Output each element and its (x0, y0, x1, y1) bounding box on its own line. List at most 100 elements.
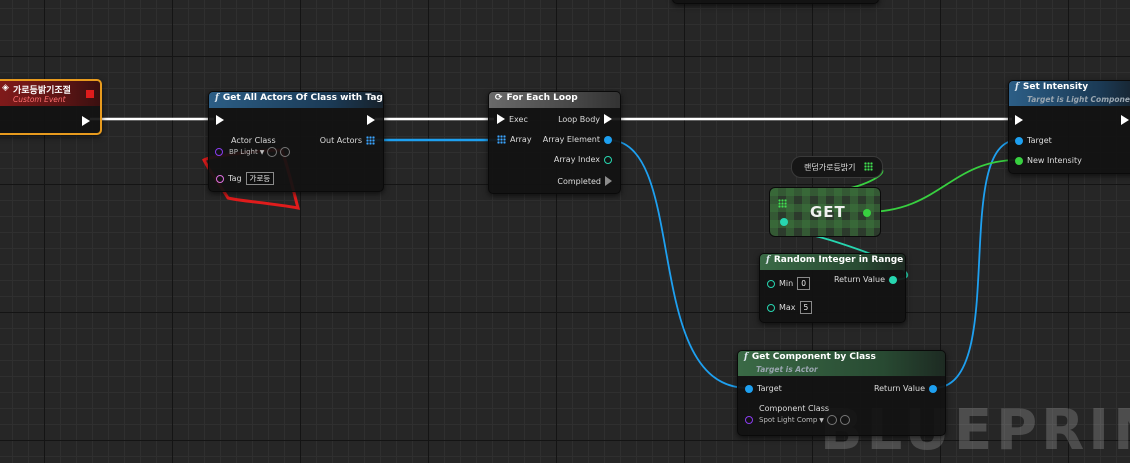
completed-exec-icon[interactable] (605, 176, 612, 186)
new-intensity-pin-icon[interactable] (1015, 156, 1023, 165)
array-label: Array (510, 135, 532, 144)
out-actors-pin[interactable]: Out Actors (316, 136, 375, 145)
component-class-value-row[interactable]: Spot Light Comp ▼ (745, 415, 850, 425)
return-pin-icon[interactable] (929, 384, 937, 393)
function-icon: f (215, 93, 219, 103)
min-pin[interactable]: Min 0 (767, 277, 810, 290)
get-all-actors-title: Get All Actors Of Class with Tag (222, 93, 383, 103)
set-intensity-exec-out-pin[interactable] (1121, 115, 1129, 125)
offscreen-node-top[interactable] (672, 0, 879, 4)
get-component-by-class-node[interactable]: f Get Component by Class Target is Actor … (737, 350, 946, 436)
loop-body-exec-icon[interactable] (604, 114, 612, 124)
get-all-actors-exec-out-pin[interactable] (367, 115, 375, 125)
actor-class-pin-icon[interactable] (215, 148, 223, 156)
custom-event-header: ◈ 가로등밝기조절 Custom Event (0, 81, 100, 106)
get-all-actors-exec-in-pin[interactable] (216, 115, 224, 125)
loop-icon: ⟳ (495, 93, 503, 103)
loop-body-pin[interactable]: Loop Body (554, 114, 612, 124)
variable-label: 랜덤가로등밝기 (804, 163, 856, 172)
function-icon: f (1015, 82, 1019, 92)
exec-in-pin[interactable]: Exec (497, 114, 532, 124)
custom-event-node[interactable]: ◈ 가로등밝기조절 Custom Event (0, 79, 102, 135)
event-diamond-icon: ◈ (2, 83, 9, 93)
array-index-pin[interactable]: Array Index (550, 155, 612, 164)
component-class-pin-icon[interactable] (745, 416, 753, 424)
component-class-pin[interactable]: Component Class (745, 404, 833, 413)
array-element-label: Array Element (542, 135, 600, 144)
target-label: Target (757, 384, 782, 393)
array-element-pin[interactable]: Array Element (539, 135, 612, 144)
custom-event-subtitle: Custom Event (13, 95, 66, 104)
chevron-down-icon[interactable]: ▼ (819, 417, 824, 424)
tag-pin[interactable]: Tag 가로등 (216, 172, 275, 185)
random-int-title: Random Integer in Range (773, 255, 904, 265)
set-intensity-target-pin[interactable]: Target (1015, 136, 1056, 145)
for-each-header: ⟳ For Each Loop (489, 92, 620, 108)
array-element-pin-icon[interactable] (604, 135, 612, 144)
search-icon[interactable] (839, 415, 850, 425)
target-label: Target (1027, 136, 1052, 145)
exec-in-icon[interactable] (497, 114, 505, 124)
return-value-label: Return Value (833, 275, 885, 284)
set-intensity-node[interactable]: f Set Intensity Target is Light Component… (1008, 80, 1130, 174)
array-grid-icon[interactable] (366, 136, 375, 145)
delegate-pin-icon[interactable] (86, 90, 94, 98)
completed-pin[interactable]: Completed (553, 176, 612, 186)
set-intensity-header: f Set Intensity Target is Light Component (1009, 81, 1130, 106)
browse-icon[interactable] (267, 147, 278, 157)
return-pin-icon[interactable] (889, 275, 897, 284)
for-each-title: For Each Loop (506, 93, 578, 103)
actor-class-label: Actor Class (231, 136, 276, 145)
array-in-pin[interactable]: Array (497, 135, 536, 144)
max-pin-icon[interactable] (767, 303, 775, 312)
min-input[interactable]: 0 (797, 277, 810, 290)
array-grid-icon[interactable] (864, 162, 873, 171)
component-return-wire (933, 139, 1019, 389)
get-component-return-pin[interactable]: Return Value (870, 384, 937, 393)
random-integer-in-range-node[interactable]: f Random Integer in Range Min 0 Max 5 Ret… (759, 253, 906, 323)
random-return-pin[interactable]: Return Value (830, 275, 897, 284)
function-icon: f (766, 255, 770, 265)
array-get-node[interactable]: GET (769, 187, 881, 237)
completed-label: Completed (557, 176, 601, 186)
out-actors-label: Out Actors (319, 136, 362, 145)
random-light-brightness-variable[interactable]: 랜덤가로등밝기 (791, 156, 883, 178)
browse-icon[interactable] (826, 415, 837, 425)
get-component-target-pin[interactable]: Target (745, 384, 786, 393)
index-in-pin-icon[interactable] (780, 218, 788, 226)
target-pin-icon[interactable] (745, 384, 753, 393)
max-pin[interactable]: Max 5 (767, 301, 813, 314)
array-index-label: Array Index (553, 155, 600, 164)
component-class-dropdown[interactable]: Spot Light Comp (759, 416, 817, 424)
get-all-actors-header: f Get All Actors Of Class with Tag (209, 92, 383, 108)
get-output-pin-icon[interactable] (863, 209, 871, 217)
new-intensity-pin[interactable]: New Intensity (1015, 156, 1086, 165)
search-icon[interactable] (280, 147, 291, 157)
loop-body-label: Loop Body (558, 114, 600, 124)
get-component-title: Get Component by Class (751, 352, 876, 362)
actor-class-pin[interactable]: Actor Class (217, 136, 280, 145)
max-input[interactable]: 5 (799, 301, 813, 314)
tag-pin-icon[interactable] (216, 174, 224, 183)
array-index-pin-icon[interactable] (604, 155, 612, 164)
chevron-down-icon[interactable]: ▼ (260, 149, 265, 156)
actor-class-value-row[interactable]: BP Light ▼ (215, 147, 291, 157)
actor-class-dropdown[interactable]: BP Light (229, 148, 258, 156)
array-grid-icon[interactable] (497, 135, 506, 144)
get-label: GET (810, 203, 846, 221)
return-value-label: Return Value (873, 384, 925, 393)
for-each-loop-node[interactable]: ⟳ For Each Loop Exec Array Loop Body Arra… (488, 91, 621, 194)
tag-label: Tag (228, 174, 242, 183)
max-label: Max (779, 303, 796, 312)
get-to-newintensity-wire (865, 159, 1019, 213)
min-pin-icon[interactable] (767, 279, 775, 288)
array-in-pin-icon[interactable] (778, 199, 787, 208)
set-intensity-title: Set Intensity (1022, 82, 1089, 92)
tag-input[interactable]: 가로등 (245, 172, 275, 185)
set-intensity-exec-in-pin[interactable] (1015, 115, 1023, 125)
min-label: Min (779, 279, 794, 288)
get-all-actors-node[interactable]: f Get All Actors Of Class with Tag Actor … (208, 91, 384, 192)
target-pin-icon[interactable] (1015, 136, 1023, 145)
wire-layer (90, 117, 1019, 389)
custom-event-exec-out-pin[interactable] (82, 116, 90, 126)
